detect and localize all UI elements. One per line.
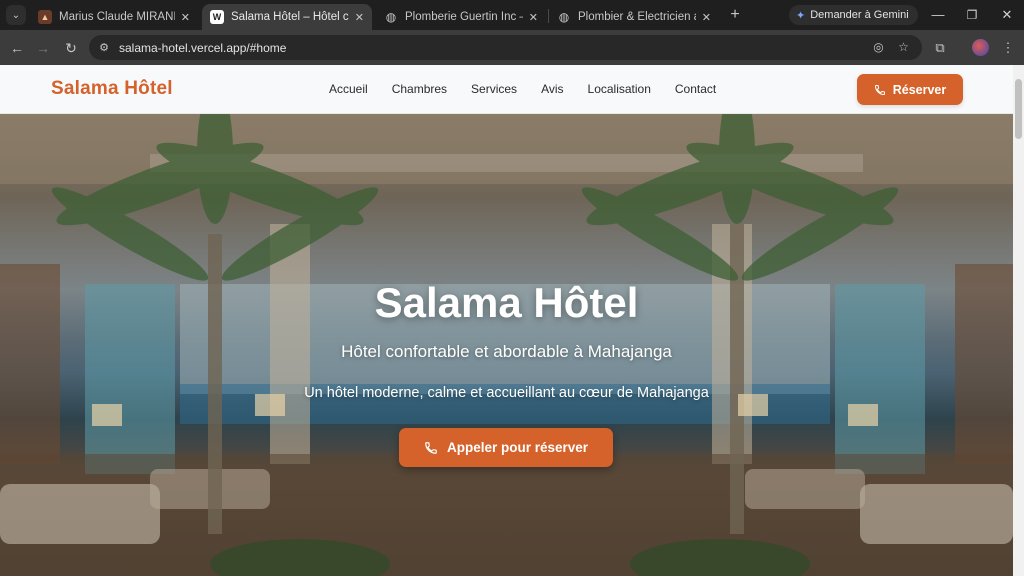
reserve-button[interactable]: Réserver [857,74,963,105]
tab-title: Plomberie Guertin Inc – Plomb [405,11,523,23]
extensions-puzzle-icon[interactable]: ⧉ [930,38,950,58]
close-icon[interactable]: ✕ [355,11,364,24]
gemini-label: Demander à Gemini [810,9,909,21]
phone-icon [425,441,437,454]
more-menu-icon[interactable]: ⋮ [998,38,1018,58]
address-bar[interactable]: ⚙ salama-hotel.vercel.app/#home ◎ ☆ [89,35,922,60]
scrollbar-thumb[interactable] [1015,79,1022,139]
restore-icon[interactable]: ❐ [963,6,981,24]
nav-link-services[interactable]: Services [471,82,517,96]
eye-slash-icon[interactable]: ◎ [870,39,887,56]
close-icon[interactable]: ✕ [181,11,190,24]
page-viewport: Salama Hôtel Accueil Chambres Services A… [0,65,1024,576]
call-to-book-button[interactable]: Appeler pour réserver [399,428,613,467]
tab-title: Marius Claude MIRANIRINA | I [59,11,175,23]
hero-description: Un hôtel moderne, calme et accueillant a… [304,385,709,401]
call-to-book-label: Appeler pour réserver [446,440,589,455]
globe-icon: ◍ [385,10,397,24]
tab-salama[interactable]: W Salama Hôtel – Hôtel confortab ✕ [202,4,372,30]
hero-section: Salama Hôtel Hôtel confortable et aborda… [0,114,1013,576]
new-tab-plus-icon[interactable]: + [726,6,744,24]
nav-link-avis[interactable]: Avis [541,82,563,96]
browser-toolbar: ← → ↻ ⚙ salama-hotel.vercel.app/#home ◎ … [0,30,1024,65]
profile-favicon-icon: ▲ [38,10,52,24]
browser-tab-strip: ⌄ ▲ Marius Claude MIRANIRINA | I ✕ W Sal… [0,0,1024,30]
close-icon[interactable]: ✕ [529,11,538,24]
minimize-icon[interactable]: — [929,6,947,24]
window-close-icon[interactable]: ✕ [998,6,1016,24]
tab-title: Salama Hôtel – Hôtel confortab [231,11,349,23]
tab-plomberie-guertin[interactable]: ◍ Plomberie Guertin Inc – Plomb ✕ [376,4,546,30]
site-header: Salama Hôtel Accueil Chambres Services A… [0,65,1013,114]
salama-favicon-icon: W [210,10,224,24]
tab-plombier-electricien[interactable]: ◍ Plombier & Electricien a Lalmo ✕ [549,4,719,30]
tab-search-button[interactable]: ⌄ [6,5,26,25]
reserve-label: Réserver [892,82,947,97]
site-info-icon[interactable]: ⚙ [95,39,113,57]
tab-title: Plombier & Electricien a Lalmo [578,11,696,23]
hero-subtitle: Hôtel confortable et abordable à Mahajan… [341,342,672,361]
nav-link-accueil[interactable]: Accueil [329,82,368,96]
gemini-sparkle-icon: ✦ [796,9,806,22]
nav-link-chambres[interactable]: Chambres [392,82,447,96]
url-text[interactable]: salama-hotel.vercel.app/#home [119,41,286,55]
nav-link-contact[interactable]: Contact [675,82,716,96]
nav-link-localisation[interactable]: Localisation [588,82,651,96]
back-arrow-icon[interactable]: ← [7,38,27,58]
forward-arrow-icon[interactable]: → [33,38,53,58]
close-icon[interactable]: ✕ [702,11,711,24]
hero-title: Salama Hôtel [374,279,639,326]
ask-gemini-button[interactable]: ✦ Demander à Gemini [789,5,918,25]
profile-avatar[interactable] [972,39,989,56]
chevron-down-icon: ⌄ [11,9,21,21]
globe-icon: ◍ [558,10,570,24]
site-logo[interactable]: Salama Hôtel [51,78,173,100]
page-scrollbar[interactable] [1013,65,1024,576]
main-nav: Accueil Chambres Services Avis Localisat… [329,82,740,96]
bookmark-star-icon[interactable]: ☆ [895,39,912,56]
tab-marius[interactable]: ▲ Marius Claude MIRANIRINA | I ✕ [30,4,198,30]
phone-icon [874,84,885,95]
reload-icon[interactable]: ↻ [61,38,81,58]
